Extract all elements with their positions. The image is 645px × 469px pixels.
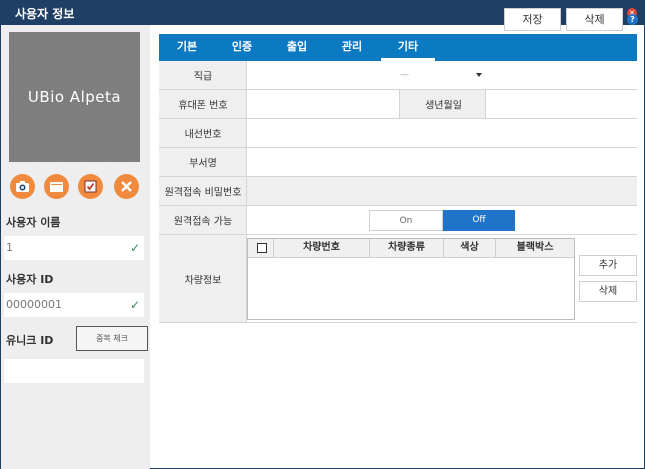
rank-row: 직급 — [159,61,637,90]
help-icon[interactable]: ? [627,14,638,25]
tab-basic[interactable]: 기본 [167,34,207,61]
remote-enable-row: 원격접속 가능 On Off [159,206,637,235]
rank-select[interactable]: — [248,61,637,89]
folder-icon [50,182,63,192]
select-all-checkbox[interactable] [257,243,267,253]
department-row: 부서명 [159,148,637,177]
open-folder-button[interactable] [44,174,69,199]
delete-vehicle-button[interactable]: 삭제 [579,281,637,302]
tab-auth[interactable]: 인증 [222,34,262,61]
check-icon: ✓ [129,298,140,312]
tab-other[interactable]: 기타 [381,34,435,61]
tab-access[interactable]: 출입 [277,34,317,61]
extension-input[interactable] [248,119,637,147]
remote-off-toggle[interactable]: Off [443,210,515,231]
remote-password-label: 원격접속 비밀번호 [159,177,247,205]
close-icon [121,181,132,192]
user-id-label: 사용자 ID [6,273,54,286]
department-label: 부서명 [159,148,247,176]
rank-label: 직급 [159,61,247,89]
delete-button[interactable]: 삭제 [566,8,623,31]
chevron-down-icon [476,73,482,77]
user-name-field[interactable]: 1 ✓ [4,236,144,260]
user-id-value: 00000001 [6,298,62,311]
vehicle-row: 차량정보 차량번호 차량종류 색상 블랙박스 추가 삭제 [159,235,637,323]
user-info-window: 사용자 정보 – + × UBio Alpeta [0,0,645,469]
user-id-field[interactable]: 00000001 ✓ [4,293,144,317]
duplicate-check-button[interactable]: 중복 체크 [76,326,148,351]
extension-label: 내선번호 [159,119,247,147]
save-button[interactable]: 저장 [504,8,561,31]
extension-row: 내선번호 [159,119,637,148]
tab-bar: 기본 인증 출입 관리 기타 [159,34,637,61]
column-header-blackbox: 블랙박스 [496,239,574,258]
window-title: 사용자 정보 [15,7,75,21]
camera-icon [16,181,29,192]
remote-password-input[interactable] [248,177,637,205]
select-all-header [248,239,274,258]
birth-date-label: 생년월일 [399,90,486,118]
calendar-check-button[interactable] [78,174,103,199]
birth-date-input[interactable] [487,90,637,118]
user-name-label: 사용자 이름 [6,216,61,229]
photo-logo: UBio Alpeta [27,88,122,106]
vehicle-label: 차량정보 [159,235,247,322]
tab-management[interactable]: 관리 [332,34,372,61]
calendar-check-icon [84,180,97,193]
remote-password-row: 원격접속 비밀번호 [159,177,637,206]
add-vehicle-button[interactable]: 추가 [579,255,637,276]
check-icon: ✓ [129,241,140,255]
user-photo: UBio Alpeta [9,32,140,162]
department-input[interactable] [248,148,637,176]
column-header-type: 차량종류 [370,239,444,258]
left-pane: UBio Alpeta 사용자 이름 1 ✓ 사용자 ID 00000001 ✓… [1,25,150,469]
column-header-plate: 차량번호 [274,239,370,258]
unique-id-field[interactable] [4,359,144,383]
mobile-row: 휴대폰 번호 생년월일 [159,90,637,119]
camera-button[interactable] [10,174,35,199]
mobile-input[interactable] [248,90,398,118]
remote-enable-label: 원격접속 가능 [159,206,247,234]
column-header-color: 색상 [444,239,496,258]
vehicle-table: 차량번호 차량종류 색상 블랙박스 [247,238,575,320]
remote-on-toggle[interactable]: On [369,210,443,231]
mobile-label: 휴대폰 번호 [159,90,247,118]
user-name-value: 1 [6,241,13,254]
rank-value: — [400,70,409,80]
remove-photo-button[interactable] [114,174,139,199]
unique-id-label: 유니크 ID [6,334,54,347]
